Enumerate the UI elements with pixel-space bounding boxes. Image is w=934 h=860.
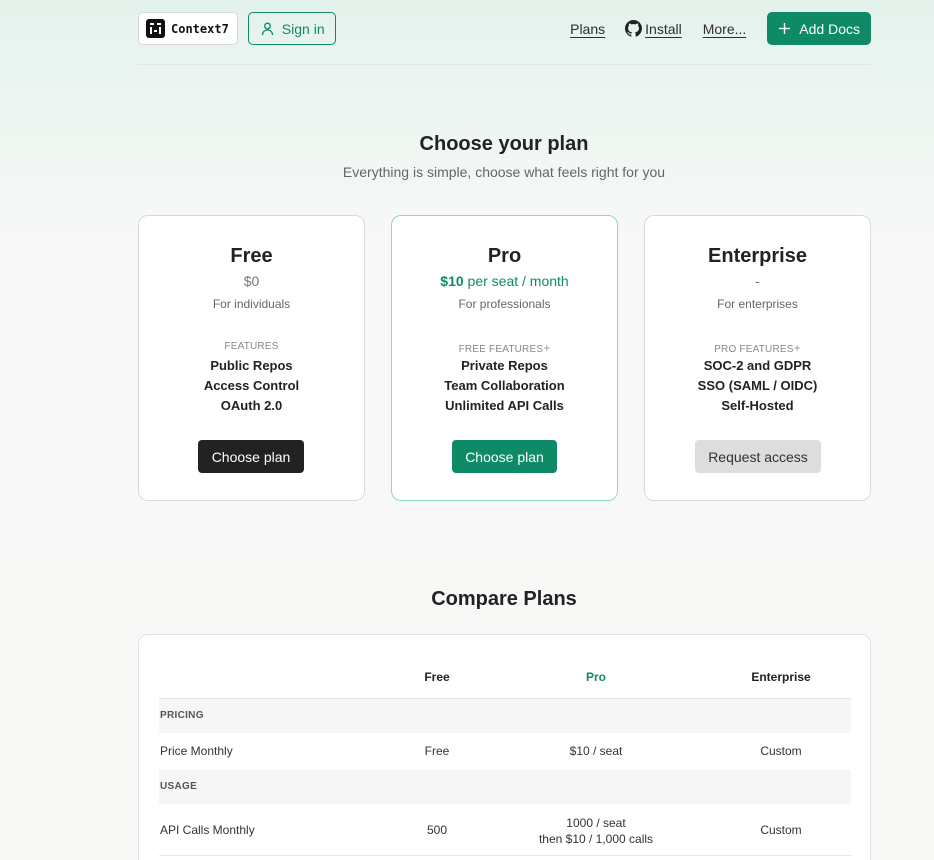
plan-price-unit: per seat / month [463, 273, 569, 289]
features-label: FREE FEATURES+ [458, 341, 551, 355]
header-divider [138, 64, 871, 65]
cell-pro: 1000 / seat then $10 / 1,000 calls [538, 816, 654, 846]
logo[interactable]: Context7 [138, 12, 238, 45]
section-label: PRICING [160, 710, 204, 721]
page-title: Choose your plan [419, 133, 589, 155]
nav-install[interactable]: Install [625, 20, 682, 37]
sign-in-label: Sign in [281, 20, 325, 37]
top-header: Context7 Sign in Plans Install More... A… [138, 12, 871, 45]
plan-name: Free [230, 245, 273, 267]
feature-item: Team Collaboration [444, 378, 565, 393]
plus-icon: + [543, 341, 551, 355]
plan-audience: For professionals [458, 297, 551, 311]
sign-in-button[interactable]: Sign in [247, 12, 336, 45]
section-label: USAGE [160, 781, 198, 792]
cell-free: 500 [426, 823, 448, 837]
features-label: PRO FEATURES+ [714, 341, 801, 355]
section-row-usage: USAGE [159, 770, 851, 804]
github-icon [625, 20, 643, 37]
plan-price: $10 per seat / month [392, 273, 617, 289]
row-label: API Calls Monthly [160, 823, 255, 837]
plan-card-pro: Pro $10 per seat / month For professiona… [391, 215, 618, 501]
feature-item: Self-Hosted [721, 398, 794, 413]
feature-list: Private Repos Team Collaboration Unlimit… [392, 356, 617, 416]
add-docs-button[interactable]: Add Docs [767, 12, 871, 45]
plan-name: Pro [487, 245, 522, 267]
features-label: FEATURES [224, 341, 279, 352]
column-header-enterprise: Enterprise [751, 670, 811, 684]
header-nav: Plans Install More... Add Docs [570, 12, 871, 45]
plan-audience: For enterprises [717, 297, 798, 311]
feature-item: Public Repos [210, 358, 293, 373]
table-row: API Calls Monthly 500 1000 / seat then $… [159, 804, 851, 856]
request-access-button[interactable]: Request access [695, 440, 821, 473]
nav-install-link[interactable]: Install [645, 21, 682, 37]
plus-icon [779, 23, 791, 34]
table-row: Price Monthly Free $10 / seat Custom [159, 733, 851, 770]
plan-price: - [755, 273, 760, 289]
plus-icon: + [793, 341, 801, 355]
feature-item: Unlimited API Calls [445, 398, 564, 413]
column-header-pro: Pro [585, 670, 606, 684]
add-docs-label: Add Docs [799, 20, 860, 37]
row-label: Price Monthly [160, 744, 233, 758]
user-icon [261, 22, 273, 35]
nav-plans-link[interactable]: Plans [570, 21, 605, 37]
choose-plan-pro-button[interactable]: Choose plan [452, 440, 557, 473]
cell-free: Free [424, 744, 450, 758]
feature-item: OAuth 2.0 [220, 398, 283, 413]
logo-text: Context7 [171, 21, 229, 36]
plan-price-amount: $10 [440, 273, 464, 289]
choose-plan-free-button[interactable]: Choose plan [198, 440, 304, 473]
cell-pro: $10 / seat [569, 744, 623, 758]
compare-table-card: Free Pro Enterprise PRICING Price Monthl… [138, 634, 871, 860]
column-header-free: Free [424, 670, 450, 684]
plan-card-free: Free $0 For individuals FEATURES Public … [138, 215, 365, 501]
cell-enterprise: Custom [760, 744, 802, 758]
plan-name: Enterprise [708, 245, 807, 267]
nav-more-link[interactable]: More... [703, 21, 747, 37]
feature-list: Public Repos Access Control OAuth 2.0 [139, 356, 364, 416]
feature-item: SSO (SAML / OIDC) [697, 378, 818, 393]
section-row-pricing: PRICING [159, 699, 851, 733]
page-subtitle: Everything is simple, choose what feels … [342, 164, 666, 180]
feature-item: Private Repos [461, 358, 548, 373]
compare-title: Compare Plans [431, 588, 577, 610]
plan-price: $0 [243, 273, 260, 289]
compare-table: Free Pro Enterprise PRICING Price Monthl… [159, 635, 851, 856]
context7-logo-icon [146, 19, 165, 38]
feature-list: SOC-2 and GDPR SSO (SAML / OIDC) Self-Ho… [645, 356, 870, 416]
plan-audience: For individuals [212, 297, 291, 311]
table-header: Free Pro Enterprise [159, 635, 851, 699]
cell-enterprise: Custom [760, 823, 802, 837]
feature-item: Access Control [203, 378, 300, 393]
feature-item: SOC-2 and GDPR [703, 358, 812, 373]
plan-card-enterprise: Enterprise - For enterprises PRO FEATURE… [644, 215, 871, 501]
